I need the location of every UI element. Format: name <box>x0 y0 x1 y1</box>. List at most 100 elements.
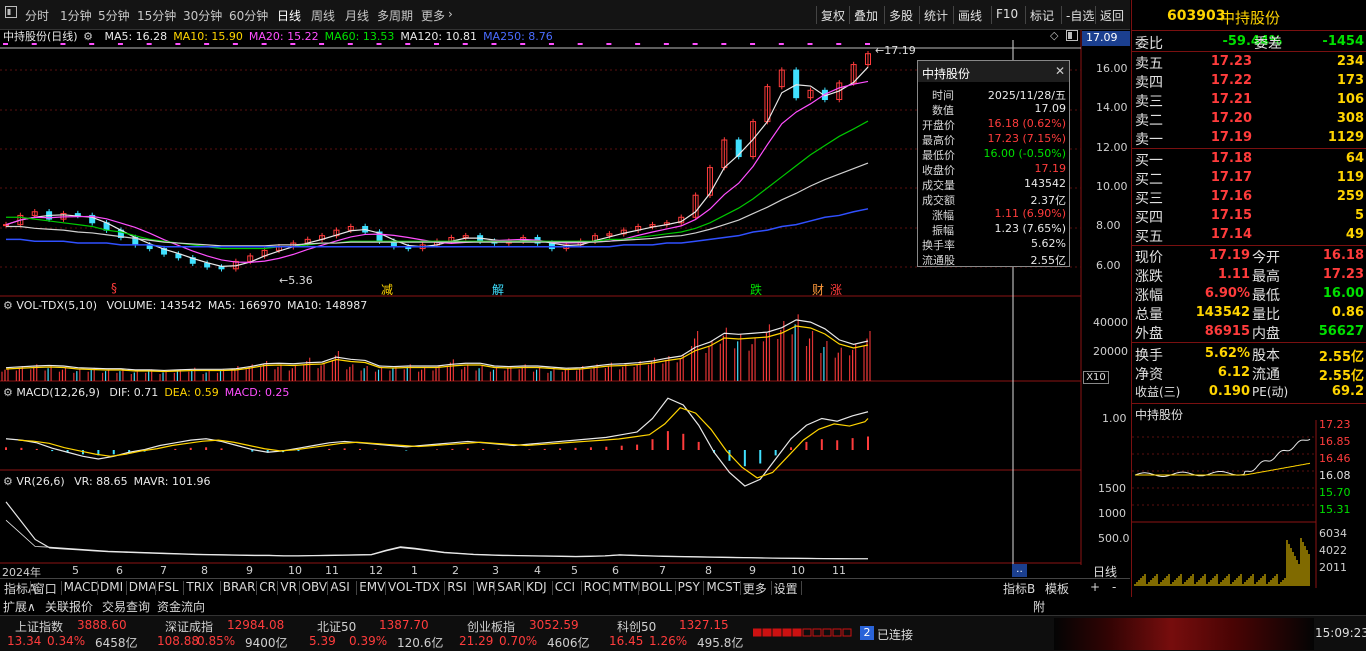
buy-level-0[interactable]: 买一 17.18 64 <box>1132 149 1366 169</box>
toolbar-button-3[interactable]: 统计 <box>924 7 948 24</box>
indicator-tab-23[interactable]: MCST <box>706 580 740 594</box>
popup-value: 17.23 (7.15%) <box>987 132 1066 145</box>
indicator-tab-13[interactable]: VOL-TDX <box>388 580 440 594</box>
level-volume: 49 <box>1345 227 1364 242</box>
sell-level-0[interactable]: 卖五 17.23 234 <box>1132 52 1366 72</box>
event-mark-3[interactable]: 跌 <box>750 281 762 298</box>
event-mark-4[interactable]: 财 <box>812 281 824 298</box>
index-name[interactable]: 北证50 <box>317 618 356 635</box>
data-popup: 中持股份 ✕ 时间 2025/11/28/五 数值 17.09 开盘价 16.18 (0.… <box>917 60 1070 267</box>
indicator-right-2[interactable]: + <box>1090 580 1100 594</box>
time-label-15: 7 <box>659 564 666 577</box>
indicator-tab-24[interactable]: 更多 <box>743 580 767 597</box>
period-tab-5[interactable]: 60分钟 <box>229 7 268 24</box>
sell-level-4[interactable]: 卖一 17.19 1129 <box>1132 128 1366 148</box>
mini-price-label: 16.08 <box>1319 469 1351 482</box>
sell-level-2[interactable]: 卖三 17.21 106 <box>1132 90 1366 110</box>
event-mark-0[interactable]: § <box>111 281 117 295</box>
period-tab-8[interactable]: 月线 <box>345 7 369 24</box>
popup-row: 成交量 143542 <box>918 177 1069 192</box>
indicator-tab-6[interactable]: TRIX <box>186 580 213 594</box>
toolbar-button-1[interactable]: 叠加 <box>854 7 878 24</box>
quote-value: 6.90% <box>1204 286 1250 301</box>
indicator-tab-0[interactable]: 指标A <box>4 580 36 597</box>
event-mark-1[interactable]: 减 <box>381 281 393 298</box>
time-label-10: 2 <box>452 564 459 577</box>
mini-price-label: 15.70 <box>1319 486 1351 499</box>
close-icon[interactable]: ✕ <box>1055 64 1065 78</box>
connection-status[interactable]: 已连接 <box>877 626 913 643</box>
index-name[interactable]: 深证成指 <box>165 618 213 635</box>
bottom-tab-0[interactable]: 扩展∧ <box>3 598 36 615</box>
indicator-tab-21[interactable]: BOLL <box>641 580 672 594</box>
bottom-tab-1[interactable]: 关联报价 <box>45 598 93 615</box>
indicator-tab-7[interactable]: BRAR <box>223 580 256 594</box>
period-tab-4[interactable]: 30分钟 <box>183 7 222 24</box>
settings-icon[interactable]: ⚙ <box>3 299 13 312</box>
indicator-tab-4[interactable]: DMA <box>129 580 157 594</box>
indicator-tab-14[interactable]: RSI <box>447 580 467 594</box>
indicator-tab-12[interactable]: EMV <box>359 580 385 594</box>
panel-toggle-icon[interactable] <box>1066 30 1078 44</box>
indicator-tab-9[interactable]: VR <box>280 580 297 594</box>
index-name[interactable]: 科创50 <box>617 618 656 635</box>
toolbar-button-5[interactable]: F10 <box>996 7 1018 21</box>
period-tab-7[interactable]: 周线 <box>311 7 335 24</box>
toolbar-button-7[interactable]: -自选 <box>1066 7 1094 24</box>
settings-icon[interactable]: ⚙ <box>3 386 13 399</box>
toolbar-button-6[interactable]: 标记 <box>1030 7 1054 24</box>
event-mark-5[interactable]: 涨 <box>830 281 842 298</box>
toolbar-button-2[interactable]: 多股 <box>889 7 913 24</box>
indicator-tab-25[interactable]: 设置 <box>774 580 798 597</box>
chart-area[interactable]: 中持股份(日线) ⚙ MA5: 16.28 MA10: 15.90 MA20: 15… <box>0 29 1130 579</box>
indicator-tab-15[interactable]: WR <box>476 580 496 594</box>
period-tab-2[interactable]: 5分钟 <box>98 7 130 24</box>
period-tab-3[interactable]: 15分钟 <box>137 7 176 24</box>
indicator-tab-8[interactable]: CR <box>259 580 276 594</box>
bottom-tab-3[interactable]: 资金流向 <box>157 598 205 615</box>
index-name[interactable]: 创业板指 <box>467 618 515 635</box>
indicator-tab-10[interactable]: OBV <box>302 580 328 594</box>
indicator-tab-2[interactable]: MACD <box>64 580 100 594</box>
scrolling-ticker <box>1054 618 1314 650</box>
indicator-tab-22[interactable]: PSY <box>678 580 700 594</box>
sell-level-1[interactable]: 卖四 17.22 173 <box>1132 71 1366 91</box>
indicator-tab-5[interactable]: FSL <box>158 580 179 594</box>
indicator-tab-18[interactable]: CCI <box>555 580 575 594</box>
diamond-icon[interactable]: ◇ <box>1050 29 1058 42</box>
indicator-tab-20[interactable]: MTM <box>612 580 640 594</box>
chevron-right-icon[interactable]: › <box>448 7 453 21</box>
vol_legend-item-1: MA5: 166970 <box>207 299 282 312</box>
settings-icon[interactable]: ⚙ <box>3 475 13 488</box>
toolbar-button-0[interactable]: 复权 <box>821 7 845 24</box>
period-tab-1[interactable]: 1分钟 <box>60 7 92 24</box>
buy-level-1[interactable]: 买二 17.17 119 <box>1132 168 1366 188</box>
indicator-tab-19[interactable]: ROC <box>584 580 610 594</box>
indicator-right-3[interactable]: - <box>1112 580 1116 594</box>
scroll-thumb[interactable]: ‥ <box>1012 564 1027 577</box>
indicator-tab-17[interactable]: KDJ <box>526 580 547 594</box>
menu-icon[interactable] <box>4 5 18 22</box>
indicator-tab-1[interactable]: 窗口 <box>33 580 57 597</box>
toolbar-button-4[interactable]: 画线 <box>958 7 982 24</box>
bottom-tab-2[interactable]: 交易查询 <box>102 598 150 615</box>
vol_legend-item-2: MA10: 148987 <box>287 299 368 312</box>
index-name[interactable]: 上证指数 <box>15 618 63 635</box>
event-mark-2[interactable]: 解 <box>492 281 504 298</box>
indicator-right-0[interactable]: 指标B <box>1003 580 1035 597</box>
macd-legend: ⚙ MACD(12,26,9) DIF: 0.71 DEA: 0.59 MACD: … <box>3 386 289 399</box>
sell-level-3[interactable]: 卖二 17.20 308 <box>1132 109 1366 129</box>
indicator-tab-11[interactable]: ASI <box>330 580 349 594</box>
period-tab-0[interactable]: 分时 <box>25 7 49 24</box>
toolbar-button-8[interactable]: 返回 <box>1100 7 1124 24</box>
buy-level-2[interactable]: 买三 17.16 259 <box>1132 187 1366 207</box>
time-label-19: 11 <box>832 564 846 577</box>
period-tab-9[interactable]: 多周期 <box>377 7 413 24</box>
period-tab-6[interactable]: 日线 <box>277 7 301 24</box>
period-tab-10[interactable]: 更多 <box>421 7 445 24</box>
indicator-tab-16[interactable]: SAR <box>497 580 521 594</box>
buy-level-4[interactable]: 买五 17.14 49 <box>1132 225 1366 245</box>
indicator-right-1[interactable]: 模板 <box>1045 580 1069 597</box>
indicator-tab-3[interactable]: DMI <box>100 580 123 594</box>
buy-level-3[interactable]: 买四 17.15 5 <box>1132 206 1366 226</box>
